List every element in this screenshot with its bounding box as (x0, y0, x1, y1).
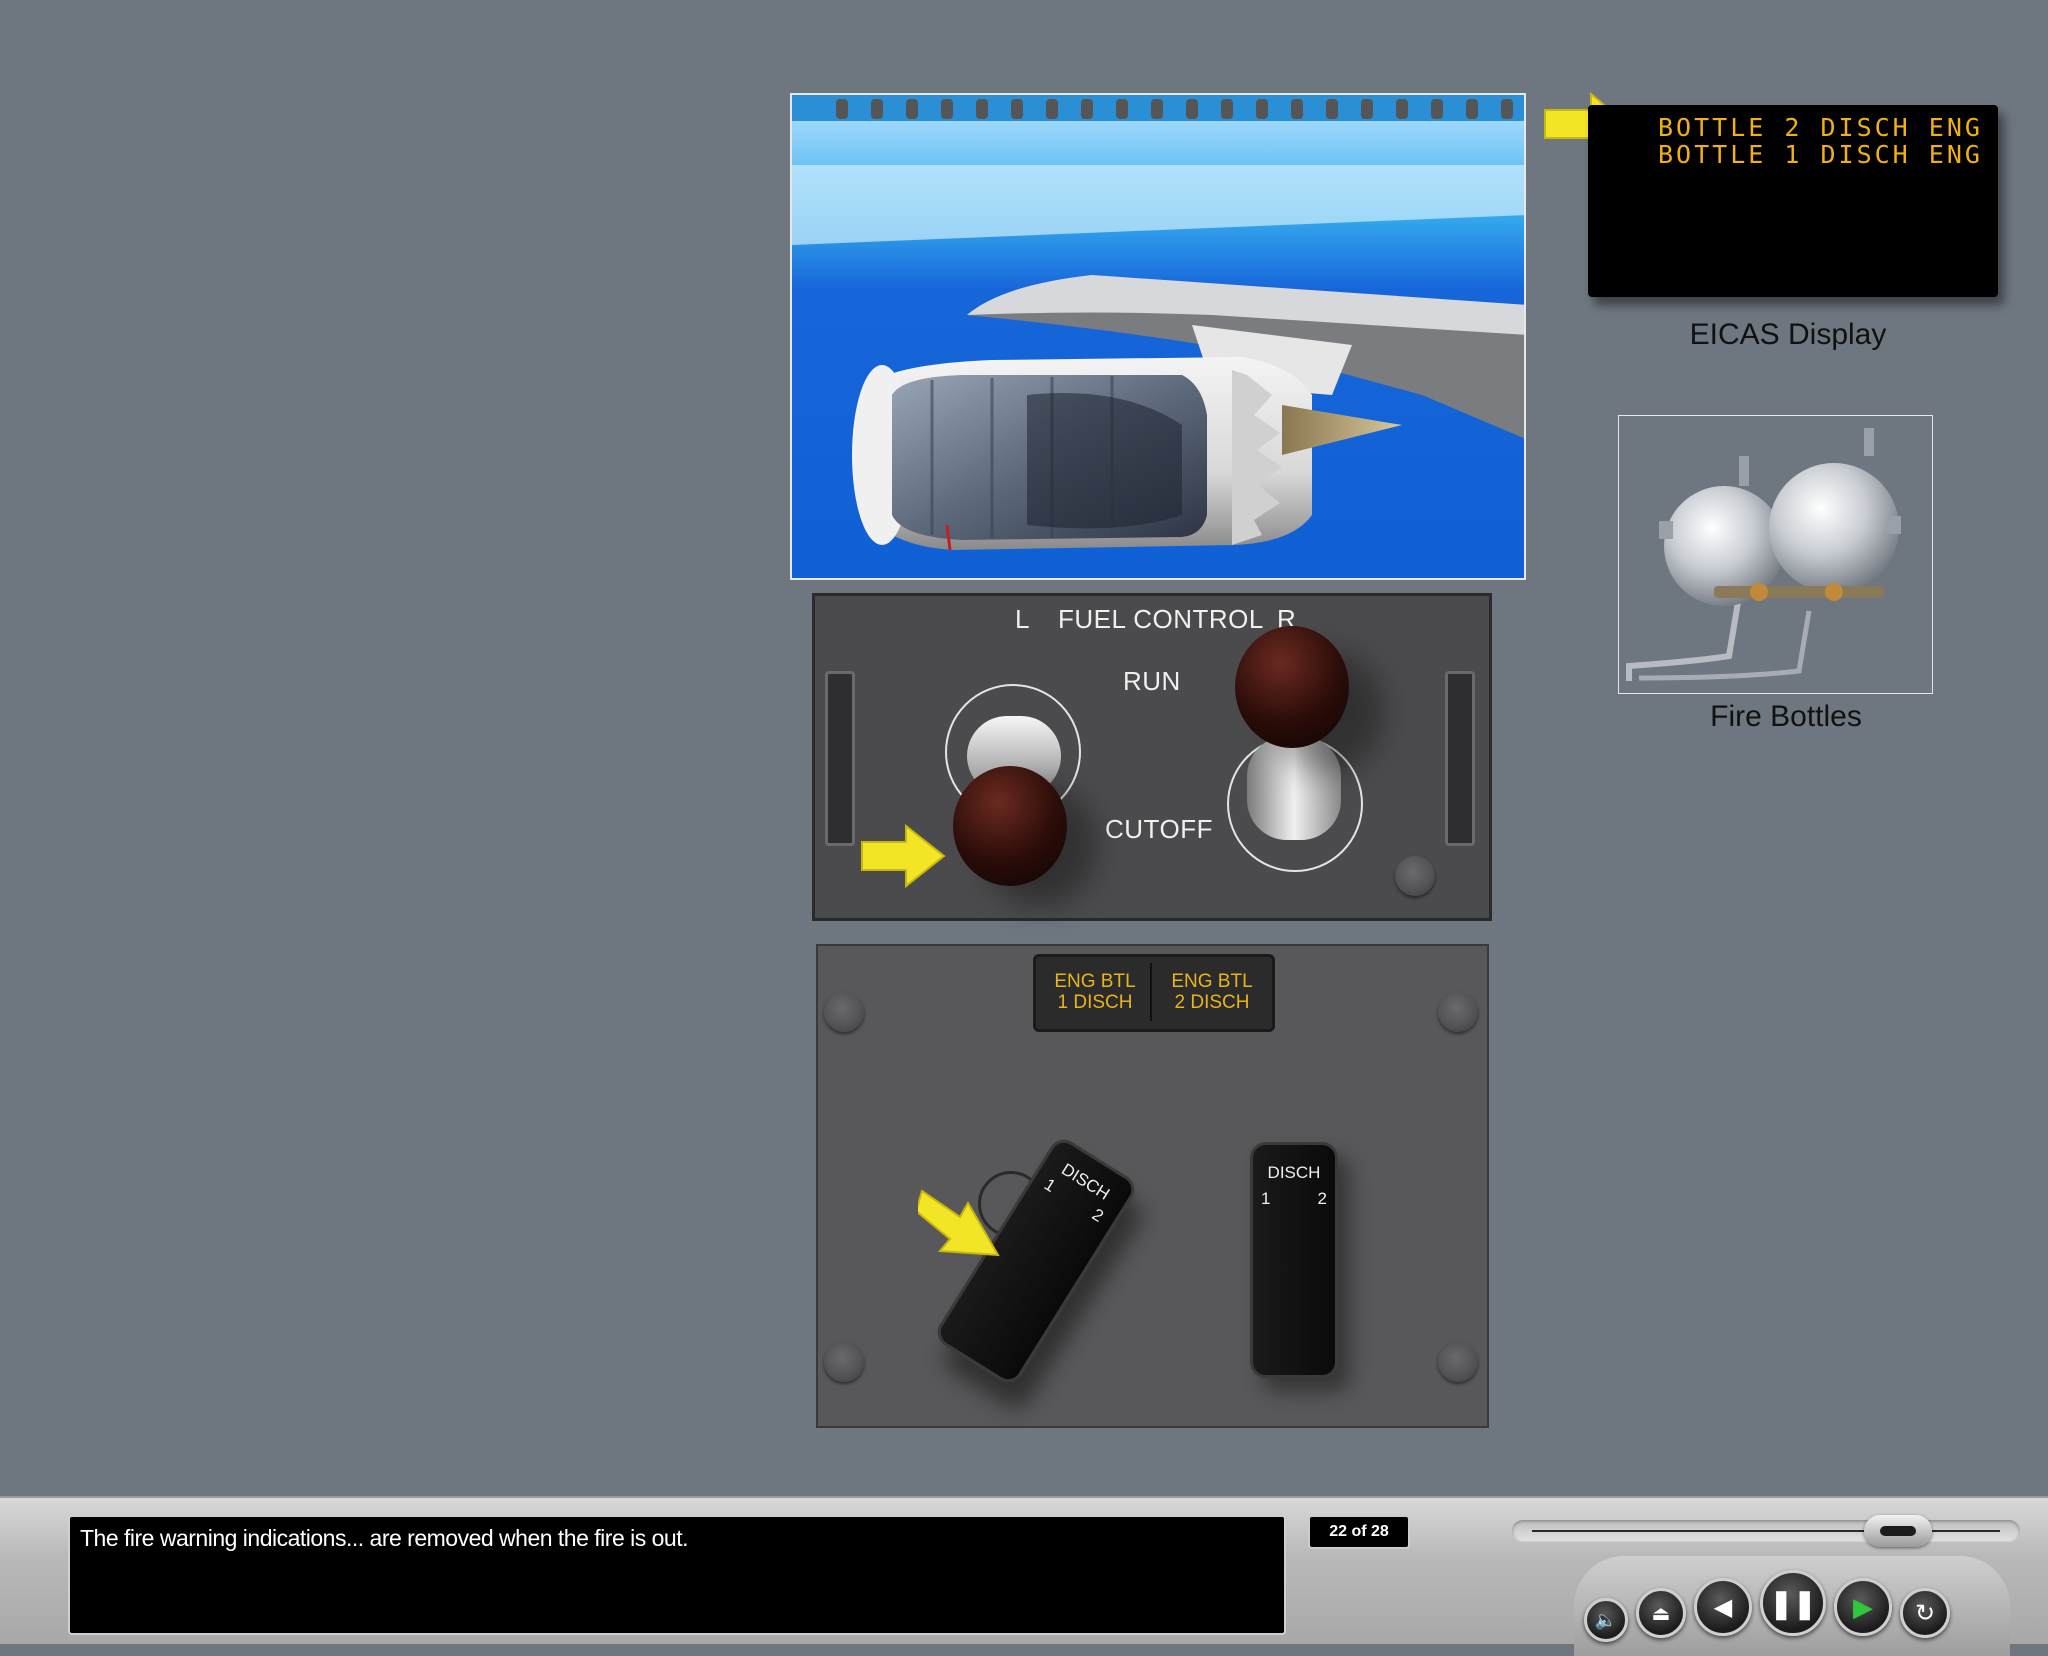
fire-bottles-illustration (1626, 428, 1901, 681)
fire-bottles-image (1618, 415, 1933, 694)
panel-screw (1395, 856, 1435, 896)
right-switch-guard (1445, 671, 1475, 846)
narration-caption-text: The fire warning indications... are remo… (80, 1525, 689, 1551)
run-position-label: RUN (1123, 666, 1181, 696)
bottle-discharge-annunciators: ENG BTL 1 DISCH ENG BTL 2 DISCH (1033, 954, 1275, 1032)
right-switch-pos-1: 1 (1261, 1189, 1271, 1208)
annunciator-1-line-2: 1 DISCH (1057, 992, 1133, 1013)
back-icon[interactable]: ◀ (1694, 1578, 1752, 1636)
right-engine-fire-switch[interactable]: DISCH 1 2 (1250, 1142, 1338, 1378)
right-switch-disch-label: DISCH (1267, 1163, 1321, 1182)
eng-btl-2-disch-light: ENG BTL 2 DISCH (1156, 963, 1268, 1021)
fire-switch-pointer-arrow-icon (918, 1189, 1000, 1257)
fire-bottles-caption: Fire Bottles (1710, 700, 1862, 733)
narration-caption-box: The fire warning indications... are remo… (68, 1515, 1286, 1635)
eject-icon[interactable]: ⏏ (1636, 1588, 1686, 1638)
engine-illustration (792, 95, 1524, 578)
panel-screw (1438, 992, 1478, 1032)
eng-btl-1-disch-light: ENG BTL 1 DISCH (1040, 963, 1152, 1021)
left-fuel-control-switch[interactable] (953, 766, 1067, 886)
pause-icon[interactable]: ❚❚ (1760, 1570, 1826, 1636)
panel-screw (824, 1342, 864, 1382)
annunciator-2-line-2: 2 DISCH (1174, 992, 1250, 1013)
eicas-message-2: BOTTLE 1 DISCH ENG (1658, 140, 1983, 169)
fuel-switch-pointer-arrow-icon (861, 824, 946, 889)
annunciator-2-line-1: ENG BTL (1171, 971, 1253, 992)
eicas-caption: EICAS Display (1689, 318, 1887, 351)
panel-screw (1438, 1342, 1478, 1382)
left-engine-fire-switch[interactable]: DISCH 1 2 (931, 1133, 1141, 1389)
fuel-control-left-label: L (1015, 604, 1030, 634)
left-switch-pos-1: 1 (1040, 1174, 1059, 1196)
cutoff-position-label: CUTOFF (1105, 814, 1213, 844)
left-switch-pos-2: 2 (1088, 1204, 1107, 1226)
slide-counter: 22 of 28 (1308, 1515, 1410, 1549)
progress-slider-thumb[interactable] (1864, 1515, 1933, 1547)
fuel-control-panel: L FUEL CONTROL R RUN CUTOFF (812, 593, 1492, 921)
right-switch-pos-2: 2 (1317, 1189, 1327, 1208)
play-icon[interactable]: ▶ (1834, 1578, 1892, 1636)
fuel-control-title: FUEL CONTROL (1058, 604, 1264, 634)
playback-controls: 🔈 ⏏ ◀ ❚❚ ▶ ↻ (1574, 1556, 2010, 1656)
left-switch-guard (825, 671, 855, 846)
replay-icon[interactable]: ↻ (1900, 1588, 1950, 1638)
eicas-message-1: BOTTLE 2 DISCH ENG (1658, 113, 1983, 142)
right-fuel-switch-stem (1247, 736, 1341, 840)
engine-image (790, 93, 1526, 580)
annunciator-1-line-1: ENG BTL (1054, 971, 1136, 992)
progress-slider[interactable] (1512, 1515, 2020, 1547)
eicas-display: BOTTLE 2 DISCH ENG BOTTLE 1 DISCH ENG (1588, 105, 1998, 297)
right-fuel-control-switch[interactable] (1235, 626, 1349, 748)
audio-icon[interactable]: 🔈 (1584, 1598, 1628, 1642)
fire-bottle-discharge-panel: ENG BTL 1 DISCH ENG BTL 2 DISCH DISCH 1 … (816, 944, 1489, 1428)
panel-screw (824, 992, 864, 1032)
